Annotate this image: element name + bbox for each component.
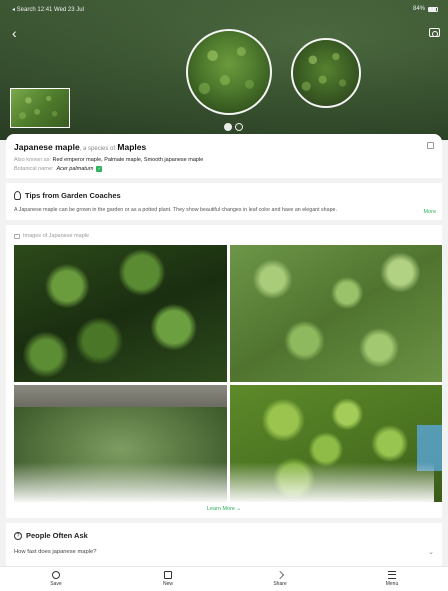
tab-menu[interactable]: Menu (336, 567, 448, 591)
camera-icon (164, 571, 172, 579)
tips-card: Tips from Garden Coaches A Japanese mapl… (6, 183, 442, 220)
botanical-name-row: Botanical name: Acer palmatum ✓ (14, 166, 434, 172)
images-section: Images of Japanese maple Learn More ⌄ (6, 225, 442, 518)
learn-more-link[interactable]: Learn More ⌄ (14, 506, 434, 512)
pager-dot[interactable] (235, 123, 243, 131)
image-grid (14, 245, 442, 502)
tips-text: A Japanese maple can be grown in the gar… (14, 207, 337, 213)
battery-percent: 84% (412, 6, 425, 12)
verified-badge-icon: ✓ (96, 166, 103, 172)
plant-image-4[interactable] (230, 385, 442, 502)
faq-title: People Often Ask (26, 531, 88, 540)
tab-label: Share (273, 581, 287, 587)
battery-icon (428, 6, 438, 12)
botanical-name: Acer palmatum (56, 166, 94, 172)
chevron-down-icon[interactable]: ⌄ (428, 548, 434, 556)
camera-icon[interactable] (429, 28, 440, 37)
save-icon (52, 571, 60, 579)
plant-photo-circle-secondary[interactable] (291, 38, 361, 108)
share-icon (276, 571, 284, 579)
hero-photo: ◂ Search 12:41 Wed 23 Jul 84% ‹ (0, 0, 448, 140)
tab-share[interactable]: Share (224, 567, 336, 591)
aka-label: Also known as: (14, 157, 51, 163)
aka-values: Red emperor maple, Palmate maple, Smooth… (52, 157, 204, 163)
common-name: Japanese maple (14, 142, 80, 152)
tab-label: New (162, 581, 173, 587)
tab-save[interactable]: Save (0, 567, 112, 591)
photo-pager[interactable] (224, 123, 243, 131)
image-icon (14, 233, 20, 239)
tips-more-link[interactable]: More (423, 209, 436, 215)
also-known-as: Also known as: Red emperor maple, Palmat… (14, 157, 434, 163)
botanical-label: Botanical name: (14, 166, 54, 172)
menu-icon (388, 571, 396, 579)
tab-new[interactable]: New (112, 567, 224, 591)
edit-icon[interactable] (427, 142, 434, 149)
bottom-tab-bar: Save New Share Menu (0, 566, 448, 591)
status-right: 84% (413, 6, 438, 12)
tab-label: Menu (385, 581, 399, 587)
faq-question[interactable]: How fast does japanese maple? ⌄ (14, 548, 434, 556)
species-connector: , a species of (79, 146, 116, 152)
status-bar: ◂ Search 12:41 Wed 23 Jul 84% (12, 4, 438, 14)
plant-image-1[interactable] (14, 245, 227, 382)
back-chevron-icon[interactable]: ‹ (12, 26, 17, 40)
captured-photo-thumbnail[interactable] (10, 88, 70, 128)
plant-image-2[interactable] (230, 245, 442, 382)
status-left: ◂ Search 12:41 Wed 23 Jul (12, 6, 84, 13)
plant-image-3[interactable] (14, 385, 227, 502)
plant-photo-circle-main[interactable] (186, 29, 272, 115)
tab-label: Save (50, 581, 62, 587)
question-icon: ? (14, 531, 22, 540)
images-label: Images of Japanese maple (23, 233, 90, 239)
faq-section: ? People Often Ask How fast does japanes… (6, 523, 442, 560)
tips-title: Tips from Garden Coaches (25, 191, 121, 200)
plant-title: Japanese maple, a species of Maples (14, 142, 434, 152)
pager-dot-active[interactable] (224, 123, 232, 131)
genus-link[interactable]: Maples (117, 142, 146, 152)
detail-sheet: Japanese maple, a species of Maples Also… (6, 134, 442, 574)
lightbulb-icon (14, 191, 21, 200)
plant-name-block: Japanese maple, a species of Maples Also… (6, 134, 442, 178)
faq-question-text: How fast does japanese maple? (14, 549, 97, 555)
